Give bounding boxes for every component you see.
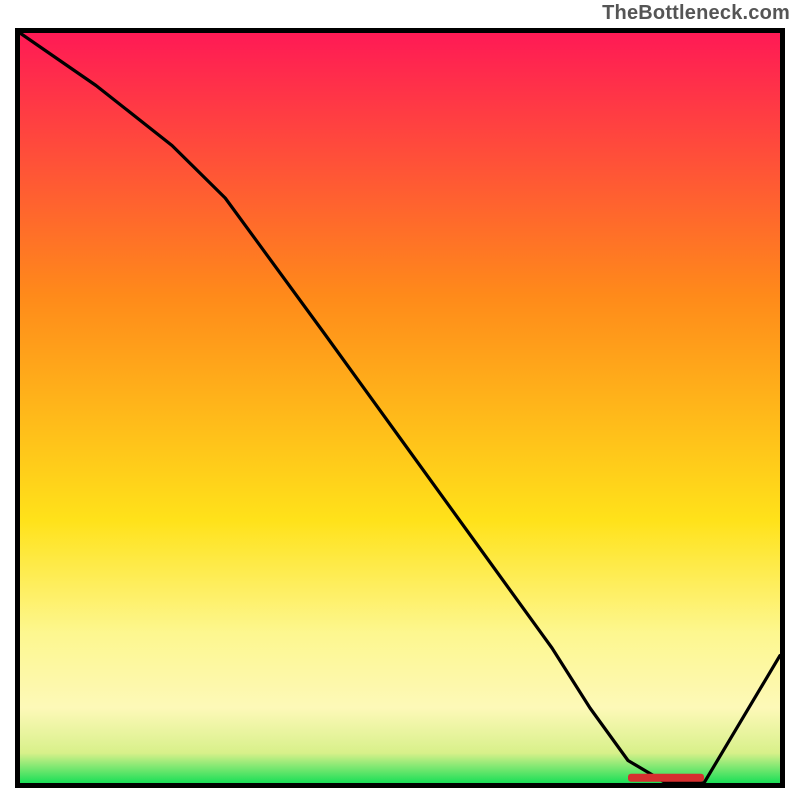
chart-container: TheBottleneck.com	[0, 0, 800, 800]
attribution-text: TheBottleneck.com	[602, 2, 790, 25]
plot-frame	[15, 28, 785, 788]
plot-svg	[20, 33, 780, 783]
gradient-background	[20, 33, 780, 783]
optimum-marker	[628, 774, 704, 782]
